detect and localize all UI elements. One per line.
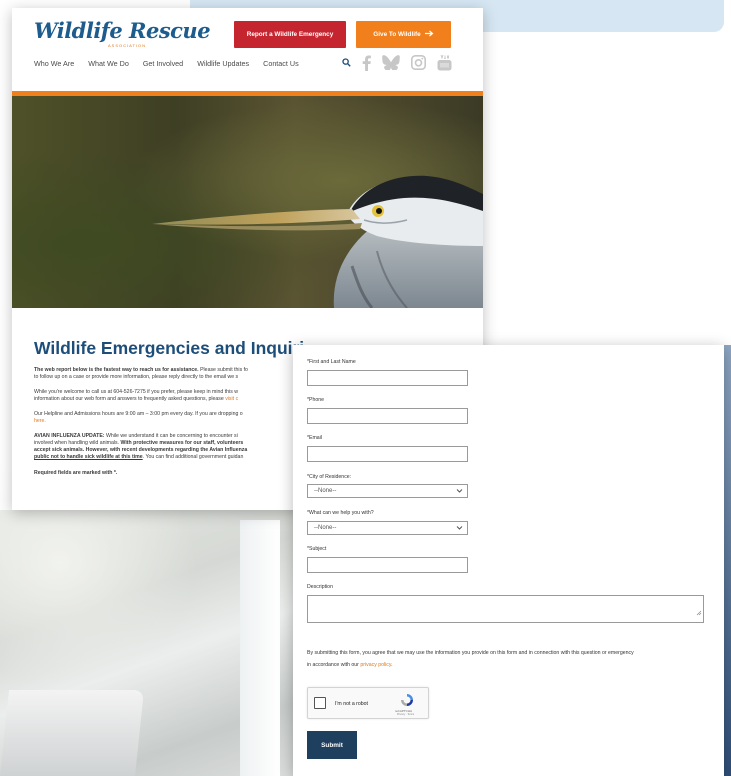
- avian-line4-underline: public not to handle sick wildlife at th…: [34, 454, 143, 460]
- site-header: Wildlife Rescue ASSOCIATION Report a Wil…: [12, 8, 483, 92]
- youtube-icon[interactable]: [437, 54, 452, 71]
- background-edge: [724, 345, 731, 776]
- submit-label: Submit: [321, 741, 343, 749]
- description-label: Description: [307, 584, 333, 590]
- hero-image-heron: [12, 96, 483, 308]
- phone-label: *Phone: [307, 397, 325, 403]
- privacy-policy-link[interactable]: privacy policy: [360, 662, 391, 668]
- main-nav: Who We Are What We Do Get Involved Wildl…: [34, 59, 299, 68]
- arrow-right-icon: [424, 30, 434, 39]
- avian-line2a: involved when handling wild animals.: [34, 440, 121, 446]
- search-icon[interactable]: [342, 58, 351, 67]
- site-logo[interactable]: Wildlife Rescue: [34, 18, 211, 43]
- faq-link[interactable]: visit c: [225, 396, 238, 402]
- chevron-down-icon: [456, 488, 463, 496]
- intro-rest: Please submit this fo: [198, 367, 248, 373]
- intro-bold: The web report below is the fastest way …: [34, 367, 199, 373]
- background-window: [240, 520, 280, 776]
- email-label: *Email: [307, 435, 322, 441]
- nav-what-we-do[interactable]: What We Do: [88, 59, 129, 68]
- phone-input[interactable]: [307, 408, 468, 424]
- nav-who-we-are[interactable]: Who We Are: [34, 59, 74, 68]
- city-select-value: --None--: [314, 488, 337, 494]
- bluesky-icon[interactable]: [382, 55, 400, 70]
- instagram-icon[interactable]: [411, 55, 426, 70]
- consent-line2: in accordance with our: [307, 662, 361, 668]
- hours-paragraph: Our Helpline and Admissions hours are 9:…: [34, 411, 304, 425]
- help-label: *What can we help you with?: [307, 510, 374, 516]
- recaptcha-widget: I'm not a robot reCAPTCHA Privacy - Term…: [307, 687, 429, 719]
- give-label: Give To Wildlife: [373, 31, 421, 38]
- consent-text: By submitting this form, you agree that …: [307, 647, 712, 671]
- social-icons: [342, 54, 452, 71]
- email-input[interactable]: [307, 446, 468, 462]
- recaptcha-label: I'm not a robot: [335, 701, 368, 707]
- report-emergency-button[interactable]: Report a Wildlife Emergency: [234, 21, 346, 48]
- inquiry-form: *First and Last Name *Phone *Email *City…: [293, 345, 724, 776]
- phone-line1: While you're welcome to call us at 604-5…: [34, 389, 238, 395]
- give-button[interactable]: Give To Wildlife: [356, 21, 451, 48]
- page-title: Wildlife Emergencies and Inquiri: [34, 338, 304, 358]
- chevron-down-icon: [456, 525, 463, 533]
- nav-contact-us[interactable]: Contact Us: [263, 59, 299, 68]
- background-laptop: [0, 690, 145, 776]
- avian-line1: While we understand it can be concerning…: [104, 433, 238, 439]
- resize-grip-icon[interactable]: [696, 603, 702, 621]
- intro-line2: to follow up on a case or provide more i…: [34, 374, 239, 380]
- city-label: *City of Residence:: [307, 474, 352, 480]
- recaptcha-checkbox[interactable]: [314, 697, 326, 709]
- subject-input[interactable]: [307, 557, 468, 573]
- intro-paragraph: The web report below is the fastest way …: [34, 367, 304, 381]
- subject-label: *Subject: [307, 546, 327, 552]
- phone-line2: information about our web form and answe…: [34, 396, 226, 402]
- help-select[interactable]: --None--: [307, 521, 468, 535]
- avian-line2b: With protective measures for our staff, …: [120, 440, 244, 446]
- avian-lead: AVIAN INFLUENZA UPDATE:: [34, 433, 105, 439]
- heron-illustration: [152, 175, 483, 308]
- nav-wildlife-updates[interactable]: Wildlife Updates: [197, 59, 249, 68]
- description-textarea[interactable]: [307, 595, 704, 623]
- report-emergency-label: Report a Wildlife Emergency: [246, 31, 334, 38]
- name-input[interactable]: [307, 370, 468, 386]
- avian-line4-rest: . You can find additional government gui…: [142, 454, 244, 460]
- city-select[interactable]: --None--: [307, 484, 468, 498]
- name-label: *First and Last Name: [307, 359, 356, 365]
- facebook-icon[interactable]: [362, 55, 371, 71]
- hours-line1: Our Helpline and Admissions hours are 9:…: [34, 411, 243, 417]
- phone-paragraph: While you're welcome to call us at 604-5…: [34, 389, 304, 403]
- consent-line1: By submitting this form, you agree that …: [307, 650, 634, 656]
- help-select-value: --None--: [314, 525, 337, 531]
- submit-button[interactable]: Submit: [307, 731, 357, 759]
- hours-link[interactable]: here.: [34, 418, 46, 424]
- site-logo-subtitle: ASSOCIATION: [108, 43, 147, 48]
- recaptcha-terms[interactable]: Privacy - Terms: [397, 713, 414, 716]
- avian-line3: accept sick animals. However, with recen…: [34, 447, 248, 453]
- nav-get-involved[interactable]: Get Involved: [143, 59, 183, 68]
- consent-end: .: [391, 662, 393, 668]
- avian-paragraph: AVIAN INFLUENZA UPDATE: While we underst…: [34, 433, 304, 461]
